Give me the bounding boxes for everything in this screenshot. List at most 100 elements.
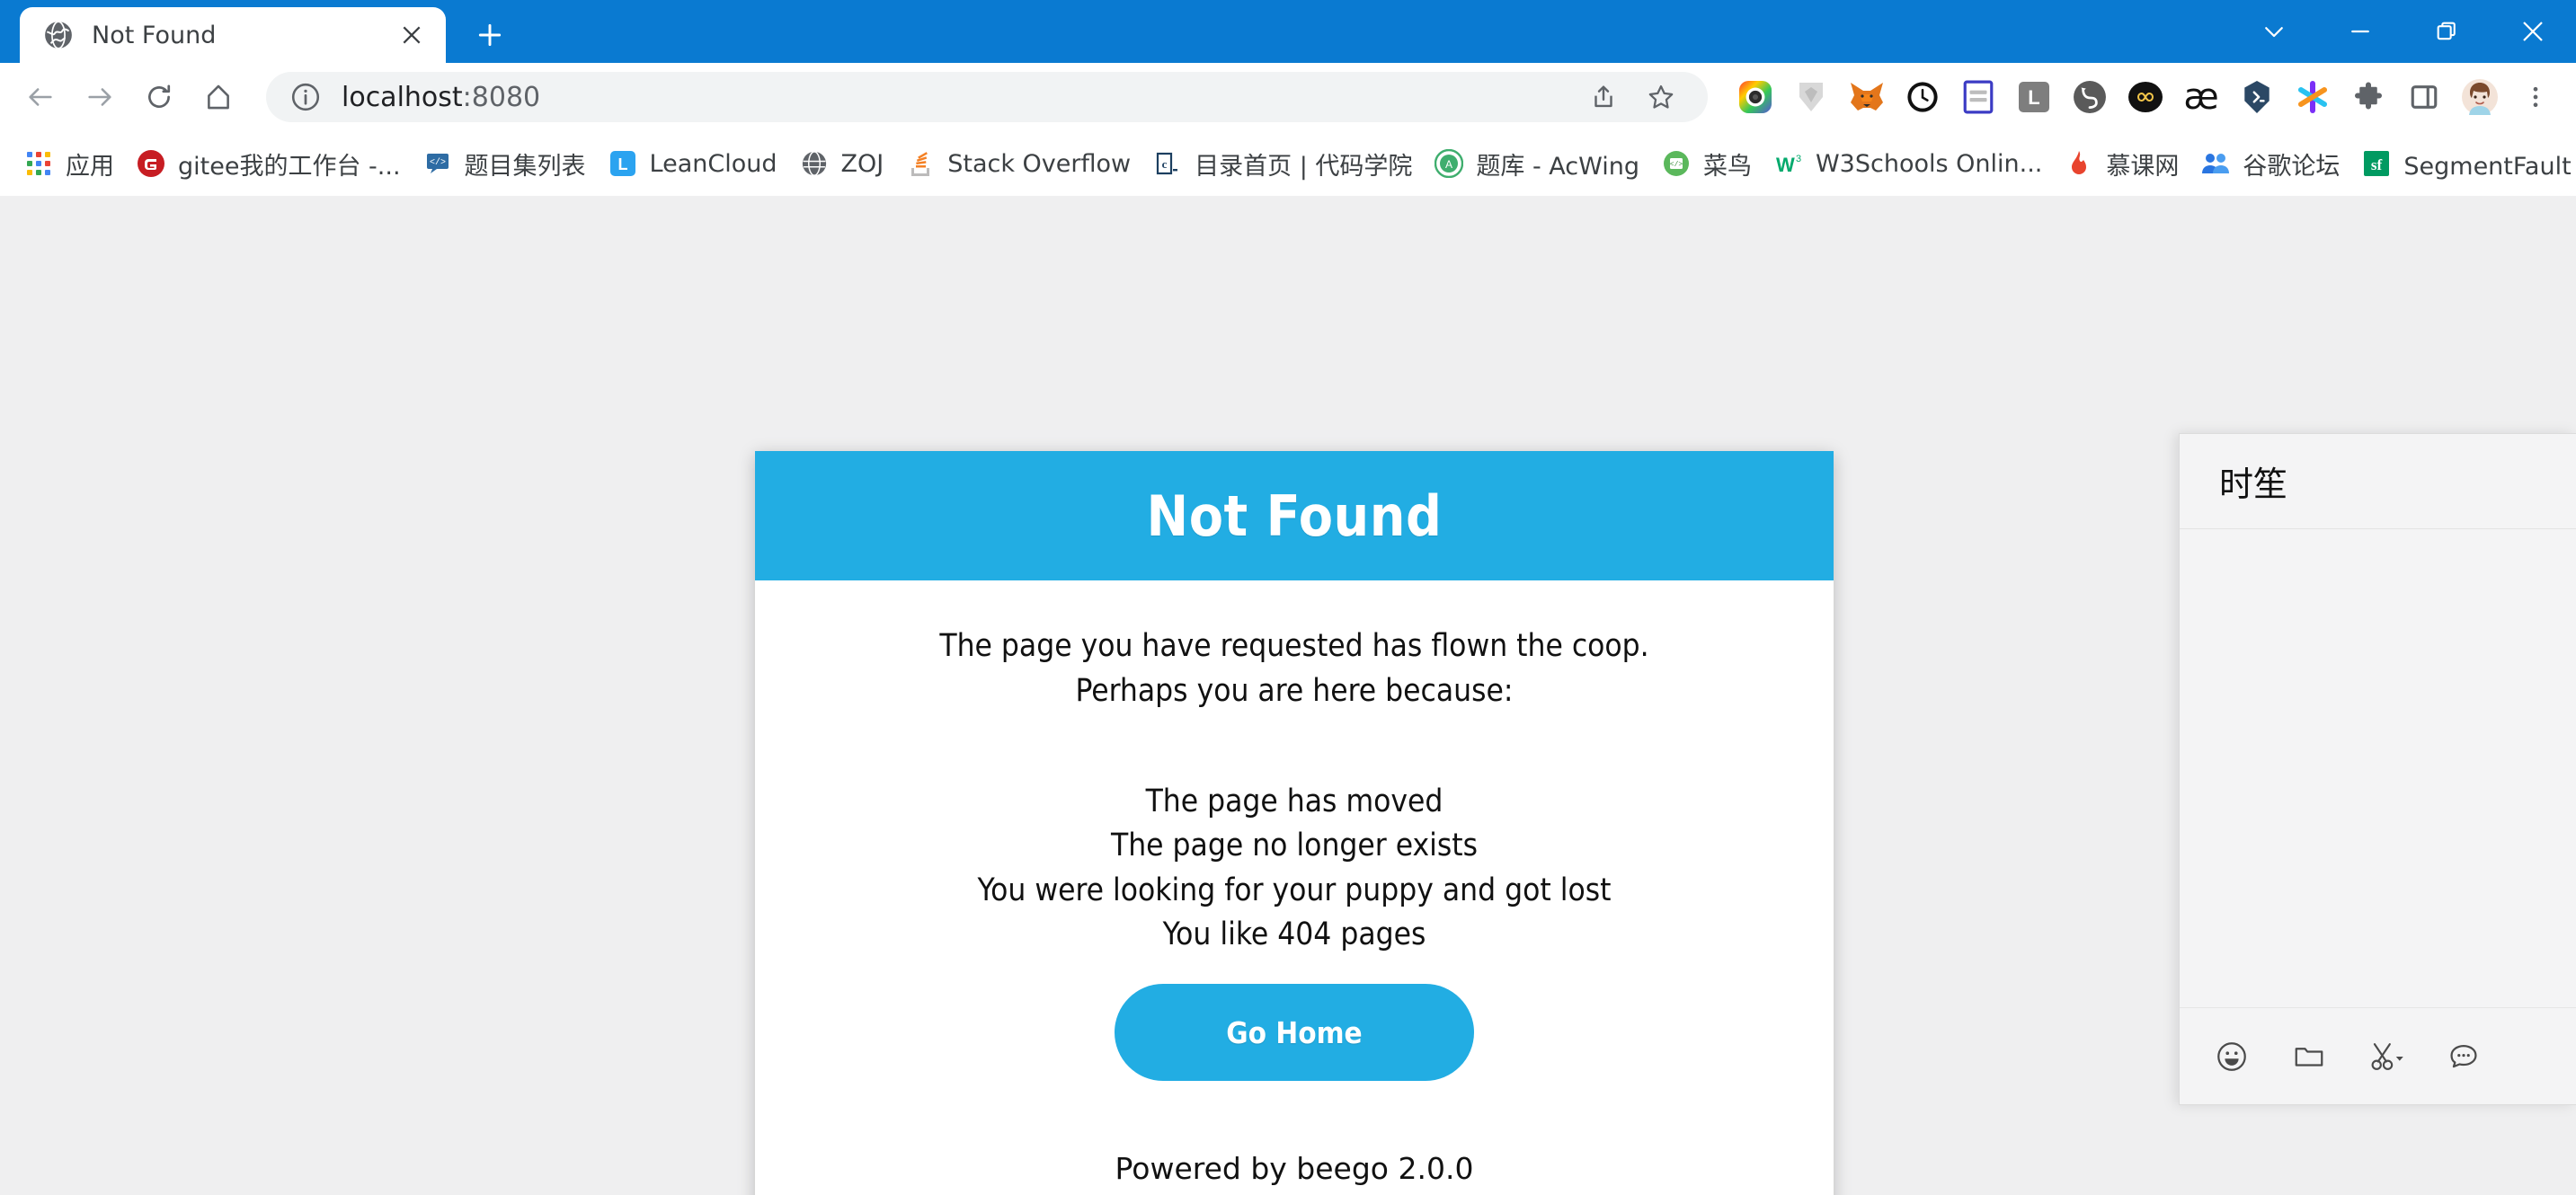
error-reason-list: The page has moved The page no longer ex…: [791, 780, 1798, 957]
bookmark-label: 谷歌论坛: [2243, 152, 2341, 181]
metamask-shield-extension-icon[interactable]: [1783, 69, 1839, 125]
bookmark-label: W3Schools Onlin...: [1815, 149, 2043, 178]
side-panel-icon[interactable]: [2396, 69, 2452, 125]
bookmark-label: 菜鸟: [1702, 152, 1752, 181]
segmentfault-icon: sf: [2361, 148, 2392, 179]
bookmark-google-groups[interactable]: 谷歌论坛: [2190, 139, 2350, 188]
title-bar: Not Found: [0, 0, 2576, 63]
chat-message-list[interactable]: [2180, 529, 2576, 1007]
svg-text:</>: </>: [430, 157, 446, 168]
info-circle-icon[interactable]: [289, 81, 322, 113]
bookmarks-bar: 应用 gitee我的工作台 -... </> 题目集列表 L LeanCloud…: [0, 131, 2576, 196]
bookmark-imooc[interactable]: 慕课网: [2053, 139, 2190, 188]
code-chat-icon: </>: [422, 148, 453, 179]
list-item: You were looking for your puppy and got …: [977, 872, 1612, 908]
forward-button[interactable]: [72, 69, 128, 125]
close-icon[interactable]: [394, 17, 430, 53]
asterisk-colorful-extension-icon[interactable]: [2285, 69, 2341, 125]
list-item: The page no longer exists: [1110, 828, 1479, 864]
bookmark-w3schools[interactable]: W 3 W3Schools Onlin...: [1763, 139, 2053, 188]
camera-rainbow-extension-icon[interactable]: [1728, 69, 1783, 125]
bookmark-acwing[interactable]: A 题库 - AcWing: [1423, 139, 1650, 188]
omnibox-actions: [1569, 74, 1684, 120]
bookmark-problem-list[interactable]: </> 题目集列表: [412, 139, 597, 188]
chevron-down-icon[interactable]: [2231, 0, 2317, 63]
google-groups-icon: [2200, 148, 2231, 179]
bookmark-label: 慕课网: [2106, 152, 2180, 181]
metamask-fox-extension-icon[interactable]: [1839, 69, 1895, 125]
gitee-icon: [136, 148, 166, 179]
cat-extension-icon[interactable]: [2062, 69, 2118, 125]
chat-contact-name: 时笙: [2219, 465, 2288, 504]
share-icon[interactable]: [1580, 74, 1627, 120]
svg-text:L: L: [617, 155, 627, 173]
emoji-icon[interactable]: [2208, 1033, 2255, 1080]
ae-glyph: æ: [2183, 76, 2219, 118]
list-item: The page has moved: [1145, 783, 1443, 820]
notes-extension-icon[interactable]: [1950, 69, 2006, 125]
extensions-bar: L æ: [1728, 69, 2563, 125]
tab-strip: Not Found: [0, 0, 521, 63]
profile-avatar[interactable]: [2452, 69, 2508, 125]
svg-text:3: 3: [1796, 154, 1801, 164]
new-tab-button[interactable]: [458, 7, 521, 63]
folder-icon[interactable]: [2286, 1033, 2332, 1080]
imooc-flame-icon: [2064, 148, 2094, 179]
browser-toolbar: localhost:8080 L æ: [0, 63, 2576, 131]
infinity-extension-icon[interactable]: [2118, 69, 2173, 125]
bookmark-label: 应用: [66, 152, 114, 181]
tab-not-found[interactable]: Not Found: [20, 7, 446, 63]
chrome-menu-button[interactable]: [2508, 69, 2563, 125]
back-button[interactable]: [13, 69, 68, 125]
bookmark-code-academy[interactable]: c 目录首页 | 代码学院: [1141, 139, 1423, 188]
error-lead-line-1: The page you have requested has flown th…: [939, 628, 1649, 664]
minimize-icon[interactable]: [2317, 0, 2403, 63]
bookmark-gitee[interactable]: gitee我的工作台 -...: [125, 139, 412, 188]
chat-bubble-icon[interactable]: [2440, 1033, 2487, 1080]
restore-icon[interactable]: [2403, 0, 2490, 63]
w3schools-icon: W 3: [1773, 148, 1804, 179]
bookmark-leancloud[interactable]: L LeanCloud: [597, 139, 788, 188]
list-item: You like 404 pages: [1162, 916, 1426, 953]
star-bookmark-icon[interactable]: [1638, 74, 1684, 120]
puzzle-extensions-icon[interactable]: [2341, 69, 2396, 125]
bookmark-stackoverflow[interactable]: Stack Overflow: [894, 139, 1141, 188]
scissors-screenshot-icon[interactable]: [2363, 1033, 2410, 1080]
bookmark-label: 目录首页 | 代码学院: [1195, 152, 1413, 181]
globe-icon: [799, 148, 830, 179]
clock-extension-icon[interactable]: [1895, 69, 1950, 125]
page-viewport: Not Found The page you have requested ha…: [0, 196, 2576, 1195]
page-title: Not Found: [1146, 482, 1443, 549]
bookmark-runoob[interactable]: </> 菜鸟: [1650, 139, 1763, 188]
go-home-button[interactable]: Go Home: [1115, 984, 1474, 1082]
bookmark-segmentfault[interactable]: sf SegmentFault 思否: [2350, 139, 2576, 188]
svg-text:sf: sf: [2371, 156, 2383, 173]
bookmark-zoj[interactable]: ZOJ: [788, 139, 895, 188]
svg-text:c: c: [1162, 157, 1168, 171]
reload-button[interactable]: [131, 69, 187, 125]
chat-panel-header: 时笙: [2180, 434, 2576, 529]
home-button[interactable]: [191, 69, 246, 125]
c-code-icon: c: [1152, 148, 1183, 179]
runoob-icon: </>: [1661, 148, 1692, 179]
browser-window: Not Found localhost:8080 L æ 应用 gitee我的工…: [0, 0, 2576, 1195]
tab-title: Not Found: [92, 21, 217, 49]
url-host: localhost: [342, 81, 463, 113]
svg-text:L: L: [2028, 86, 2039, 109]
close-window-icon[interactable]: [2490, 0, 2576, 63]
lastpass-l-extension-icon[interactable]: L: [2006, 69, 2062, 125]
bookmark-label: Stack Overflow: [947, 149, 1132, 178]
ae-extension-icon[interactable]: æ: [2173, 69, 2229, 125]
address-bar[interactable]: localhost:8080: [266, 72, 1708, 122]
bookmark-label: 题目集列表: [464, 152, 586, 181]
error-lead: The page you have requested has flown th…: [791, 624, 1798, 713]
stackoverflow-icon: [905, 148, 936, 179]
error-lead-line-2: Perhaps you are here because:: [1075, 673, 1514, 710]
acwing-icon: A: [1434, 148, 1464, 179]
bookmark-apps[interactable]: 应用: [13, 139, 125, 188]
leancloud-icon: L: [608, 148, 638, 179]
code-badge-extension-icon[interactable]: [2229, 69, 2285, 125]
error-card: Not Found The page you have requested ha…: [755, 451, 1834, 1195]
window-controls: [2231, 0, 2576, 63]
svg-text:W: W: [1776, 154, 1795, 176]
